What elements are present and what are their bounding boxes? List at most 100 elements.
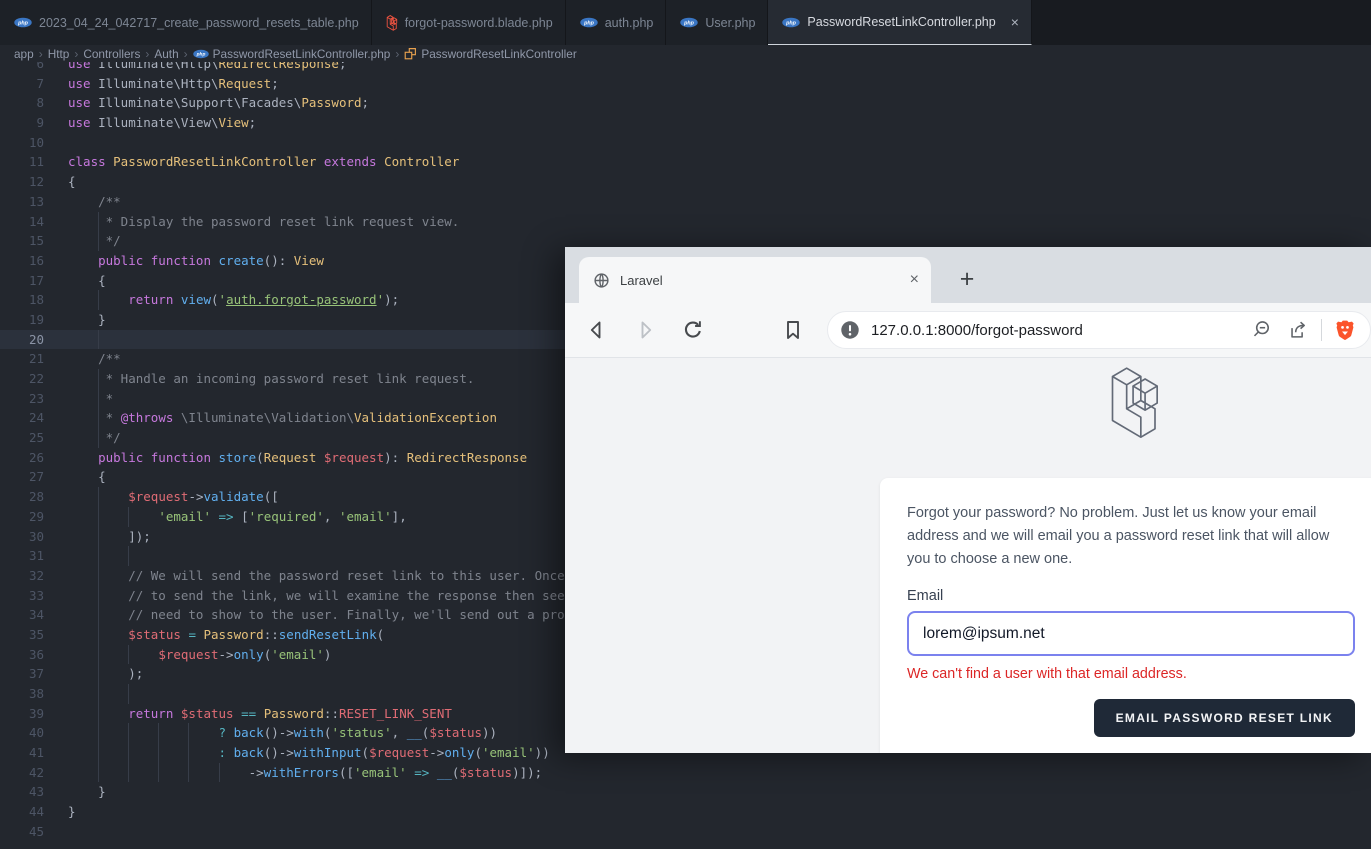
php-icon: php	[782, 17, 800, 28]
code-line[interactable]: 45	[0, 822, 1371, 842]
intro-text: Forgot your password? No problem. Just l…	[907, 502, 1355, 571]
editor-tab-user[interactable]: php User.php	[666, 0, 768, 45]
line-number: 7	[0, 74, 44, 94]
share-icon[interactable]	[1287, 319, 1309, 341]
breadcrumb-item-auth[interactable]: Auth	[154, 47, 178, 61]
code-text: return view('auth.forgot-password');	[68, 290, 399, 310]
site-info-icon[interactable]	[839, 319, 861, 341]
url-text: 127.0.0.1:8000/forgot-password	[871, 322, 1251, 339]
code-line[interactable]: 11class PasswordResetLinkController exte…	[0, 152, 1371, 172]
reload-button[interactable]	[681, 318, 705, 342]
line-number: 36	[0, 645, 44, 665]
code-text: 'email' => ['required', 'email'],	[68, 507, 407, 527]
line-number: 9	[0, 113, 44, 133]
breadcrumb-separator: ›	[184, 47, 188, 61]
svg-text:php: php	[583, 20, 595, 26]
code-text: public function store(Request $request):…	[68, 448, 527, 468]
line-number: 44	[0, 802, 44, 822]
brave-shields-icon[interactable]	[1334, 319, 1356, 341]
code-text: use Illuminate\Http\RedirectResponse;	[68, 62, 346, 74]
line-number: 28	[0, 487, 44, 507]
code-line[interactable]: 10	[0, 133, 1371, 153]
browser-toolbar: 127.0.0.1:8000/forgot-password	[565, 303, 1371, 358]
code-text: ->withErrors(['email' => __($status)]);	[68, 763, 542, 783]
screen: php 2023_04_24_042717_create_password_re…	[0, 0, 1371, 849]
editor-tab-password-reset-link-controller[interactable]: php PasswordResetLinkController.php ×	[768, 0, 1031, 45]
line-number: 37	[0, 664, 44, 684]
code-line[interactable]: 42 ->withErrors(['email' => __($status)]…	[0, 763, 1371, 783]
svg-text:php: php	[195, 51, 205, 57]
code-line[interactable]: 13 /**	[0, 192, 1371, 212]
email-input[interactable]	[907, 611, 1355, 656]
code-line[interactable]: 43 }	[0, 782, 1371, 802]
new-tab-button[interactable]: +	[949, 259, 985, 299]
code-text: );	[68, 664, 143, 684]
button-row: EMAIL PASSWORD RESET LINK	[907, 699, 1355, 737]
browser-tab-close-icon[interactable]: ×	[910, 271, 919, 289]
code-line[interactable]: 9 use Illuminate\View\View;	[0, 113, 1371, 133]
code-text: *	[68, 389, 113, 409]
breadcrumb: app › Http › Controllers › Auth › php Pa…	[0, 45, 1371, 62]
code-text: }	[68, 782, 106, 802]
line-number: 13	[0, 192, 44, 212]
svg-text:php: php	[786, 20, 798, 26]
line-number: 14	[0, 212, 44, 232]
breadcrumb-separator: ›	[395, 47, 399, 61]
line-number: 34	[0, 605, 44, 625]
globe-icon	[593, 272, 610, 289]
code-text: $status = Password::sendResetLink(	[68, 625, 384, 645]
indent-guide	[128, 684, 129, 704]
line-number: 40	[0, 723, 44, 743]
code-text: {	[68, 172, 76, 192]
indent-guide	[98, 546, 99, 566]
line-number: 43	[0, 782, 44, 802]
address-bar[interactable]: 127.0.0.1:8000/forgot-password	[827, 311, 1371, 349]
line-number: 42	[0, 763, 44, 783]
tab-close-icon[interactable]: ×	[1011, 14, 1019, 30]
code-text: * @throws \Illuminate\Validation\Validat…	[68, 408, 497, 428]
browser-tab-laravel[interactable]: Laravel ×	[579, 257, 931, 303]
editor-tab-auth[interactable]: php auth.php	[566, 0, 667, 45]
code-text: ? back()->with('status', __($status))	[68, 723, 497, 743]
email-password-reset-link-button[interactable]: EMAIL PASSWORD RESET LINK	[1094, 699, 1355, 737]
editor-tab-forgot-password-blade[interactable]: forgot-password.blade.php	[372, 0, 566, 45]
code-text: /**	[68, 349, 121, 369]
code-text: public function create(): View	[68, 251, 324, 271]
code-text: * Display the password reset link reques…	[68, 212, 459, 232]
line-number: 22	[0, 369, 44, 389]
line-number: 33	[0, 586, 44, 606]
breadcrumb-item-http[interactable]: Http	[48, 47, 70, 61]
line-number: 16	[0, 251, 44, 271]
line-number: 21	[0, 349, 44, 369]
code-text: {	[68, 467, 106, 487]
breadcrumb-item-file[interactable]: php PasswordResetLinkController.php	[193, 47, 391, 61]
breadcrumb-item-controllers[interactable]: Controllers	[83, 47, 140, 61]
browser-tab-strip: Laravel × +	[565, 247, 1371, 303]
browser-window: Laravel × + 127.0.0.1:8000/forgot-passwo…	[565, 247, 1371, 753]
browser-page: Forgot your password? No problem. Just l…	[565, 358, 1371, 753]
bookmark-icon[interactable]	[781, 318, 805, 342]
code-line[interactable]: 44}	[0, 802, 1371, 822]
editor-tab-create-password-resets-table[interactable]: php 2023_04_24_042717_create_password_re…	[0, 0, 372, 45]
back-button[interactable]	[585, 318, 609, 342]
divider	[1321, 319, 1322, 341]
code-line[interactable]: 14 * Display the password reset link req…	[0, 212, 1371, 232]
code-text: {	[68, 271, 106, 291]
line-number: 20	[0, 330, 44, 350]
zoom-out-icon[interactable]	[1251, 319, 1273, 341]
code-line[interactable]: 12{	[0, 172, 1371, 192]
code-line[interactable]: 6use Illuminate\Http\RedirectResponse;	[0, 62, 1371, 74]
line-number: 30	[0, 527, 44, 547]
breadcrumb-item-class[interactable]: PasswordResetLinkController	[404, 47, 576, 61]
forward-button[interactable]	[633, 318, 657, 342]
code-line[interactable]: 7 use Illuminate\Http\Request;	[0, 74, 1371, 94]
indent-guide	[98, 330, 99, 350]
code-text: }	[68, 310, 106, 330]
code-text: use Illuminate\View\View;	[68, 113, 256, 133]
indent-guide	[98, 684, 99, 704]
line-number: 35	[0, 625, 44, 645]
code-line[interactable]: 8use Illuminate\Support\Facades\Password…	[0, 93, 1371, 113]
breadcrumb-item-app[interactable]: app	[14, 47, 34, 61]
code-text: use Illuminate\Http\Request;	[68, 74, 279, 94]
line-number: 27	[0, 467, 44, 487]
